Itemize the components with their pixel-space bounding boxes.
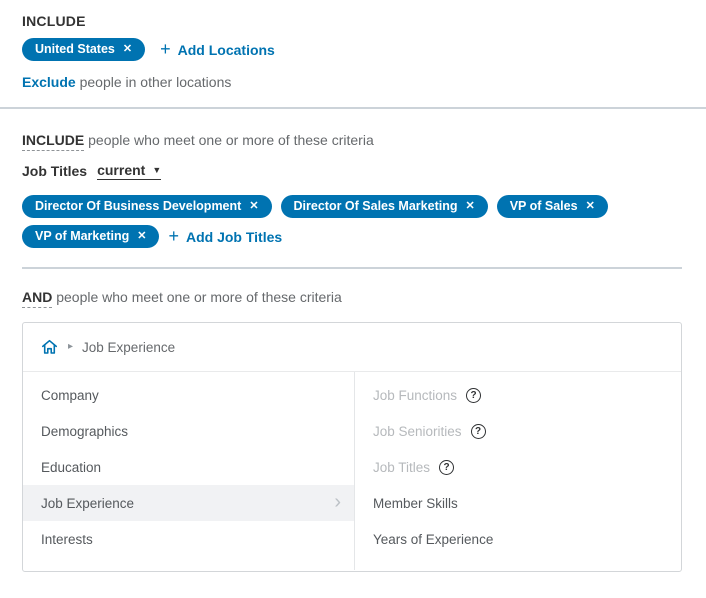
exclude-locations-link[interactable]: Exclude (22, 74, 76, 90)
help-icon[interactable]: ? (470, 423, 486, 439)
exclude-locations-suffix: people in other locations (79, 74, 232, 90)
plus-icon: + (160, 39, 171, 59)
pill-united-states: United States ✕ (22, 38, 146, 61)
and-operator-toggle[interactable]: AND (22, 289, 53, 308)
category-item-demographics[interactable]: Demographics (23, 413, 354, 449)
pill-label: Director Of Sales Marketing (293, 199, 458, 213)
and-filter-section: AND people who meet one or more of these… (0, 269, 706, 572)
picker-body: Company Demographics Education Job Exper… (23, 372, 681, 570)
help-icon[interactable]: ? (466, 387, 482, 403)
category-column: Company Demographics Education Job Exper… (23, 372, 355, 570)
attribute-item-years-of-experience[interactable]: Years of Experience (355, 521, 681, 557)
attribute-item-job-titles: Job Titles ? (355, 449, 681, 485)
job-titles-field-line: Job Titles current ▼ (22, 162, 682, 180)
plus-icon: + (168, 226, 179, 246)
add-locations-label: Add Locations (177, 41, 275, 58)
category-item-company[interactable]: Company (23, 377, 354, 413)
attribute-picker-panel: ▸ Job Experience Company Demographics Ed… (22, 322, 682, 572)
category-item-job-experience[interactable]: Job Experience › (23, 485, 354, 521)
add-job-titles-label: Add Job Titles (185, 228, 283, 245)
include-operator-suffix: people who meet one or more of these cri… (88, 132, 374, 148)
pill-vp-of-marketing: VP of Marketing ✕ (22, 225, 160, 248)
pill-label: VP of Sales (509, 199, 578, 213)
scope-dropdown[interactable]: current ▼ (97, 162, 162, 180)
job-titles-field-label: Job Titles (22, 163, 88, 179)
include-operator-toggle[interactable]: INCLUDE (22, 132, 85, 151)
remove-location-icon[interactable]: ✕ (123, 43, 132, 55)
attribute-item-job-seniorities: Job Seniorities ? (355, 413, 681, 449)
exclude-locations-line: Exclude people in other locations (22, 74, 682, 90)
location-pill-row: United States ✕ + Add Locations (22, 38, 682, 61)
attribute-item-member-skills[interactable]: Member Skills (355, 485, 681, 521)
chevron-down-icon: ▼ (152, 164, 162, 175)
job-title-pills: Director Of Business Development ✕ Direc… (22, 195, 642, 248)
include-locations-header: INCLUDE (22, 13, 86, 29)
pill-label: Director Of Business Development (35, 199, 242, 213)
add-job-titles-button[interactable]: + Add Job Titles (168, 226, 283, 246)
category-item-interests[interactable]: Interests (23, 521, 354, 557)
add-locations-button[interactable]: + Add Locations (160, 39, 275, 59)
breadcrumb-current-label: Job Experience (82, 339, 176, 355)
remove-job-title-icon[interactable]: ✕ (249, 200, 258, 212)
location-filter-section: INCLUDE United States ✕ + Add Locations … (0, 0, 706, 90)
pill-director-of-business-development: Director Of Business Development ✕ (22, 195, 272, 218)
attribute-column: Job Functions ? Job Seniorities ? Job Ti… (355, 372, 681, 570)
remove-job-title-icon[interactable]: ✕ (137, 230, 146, 242)
job-titles-filter-section: INCLUDE people who meet one or more of t… (0, 109, 706, 269)
remove-job-title-icon[interactable]: ✕ (465, 200, 474, 212)
pill-vp-of-sales: VP of Sales ✕ (496, 195, 608, 218)
attribute-item-job-functions: Job Functions ? (355, 377, 681, 413)
pill-label: United States (35, 42, 115, 56)
and-operator-line: AND people who meet one or more of these… (22, 289, 682, 308)
chevron-right-icon: › (334, 491, 341, 513)
remove-job-title-icon[interactable]: ✕ (586, 200, 595, 212)
picker-breadcrumb: ▸ Job Experience (23, 323, 681, 372)
and-operator-suffix: people who meet one or more of these cri… (56, 289, 342, 305)
category-item-education[interactable]: Education (23, 449, 354, 485)
help-icon[interactable]: ? (439, 459, 455, 475)
breadcrumb-separator-icon: ▸ (68, 341, 74, 352)
home-icon[interactable] (40, 338, 59, 356)
include-operator-line: INCLUDE people who meet one or more of t… (22, 132, 682, 151)
scope-dropdown-value: current (97, 162, 146, 178)
pill-director-of-sales-marketing: Director Of Sales Marketing ✕ (280, 195, 488, 218)
pill-label: VP of Marketing (35, 229, 130, 243)
